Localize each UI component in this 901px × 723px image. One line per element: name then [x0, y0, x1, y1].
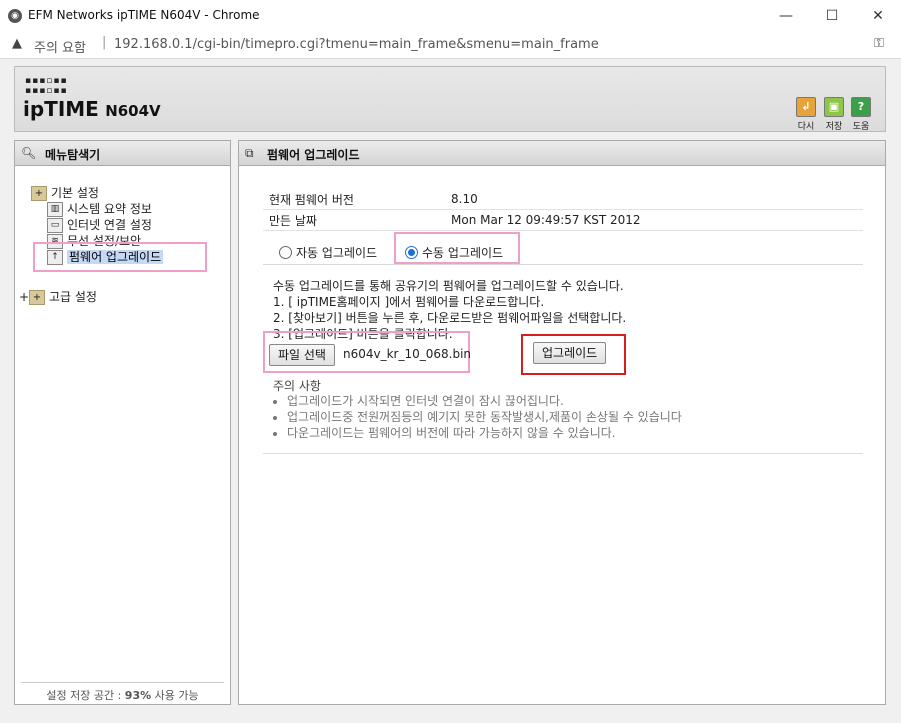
tree-item-system-summary[interactable]: ▥ 시스템 요약 정보: [47, 200, 152, 217]
tree-item-internet-setup[interactable]: ▭ 인터넷 연결 설정: [47, 216, 152, 233]
storage-status: 설정 저장 공간 : 93% 사용 가능: [21, 682, 224, 703]
firmware-panel-header: ⧉ 펌웨어 업그레이드: [239, 141, 885, 166]
window-title: EFM Networks ipTIME N604V - Chrome: [28, 8, 260, 22]
description-line: 수동 업그레이드를 통해 공유기의 펌웨어를 업그레이드할 수 있습니다.: [273, 279, 624, 293]
caution-list: 업그레이드가 시작되면 인터넷 연결이 잠시 끊어집니다. 업그레이드중 전원꺼…: [269, 393, 682, 441]
help-icon: ?: [851, 97, 871, 117]
description-line: 1. [ ipTIME홈페이지 ]에서 펌웨어를 다운로드합니다.: [273, 295, 545, 309]
tree-item-label: 시스템 요약 정보: [67, 202, 152, 216]
divider: [263, 453, 863, 454]
key-icon[interactable]: ⚿: [874, 36, 884, 51]
list-item: 다운그레이드는 펌웨어의 버전에 따라 가능하지 않을 수 있습니다.: [287, 425, 682, 441]
table-row: 현재 펌웨어 버전 8.10: [263, 189, 863, 210]
minimize-button[interactable]: —: [763, 0, 809, 32]
description-line: 2. [찾아보기] 버튼을 누른 후, 다운로드받은 펌웨어파일을 선택합니다.: [273, 311, 627, 325]
model-name: N604V: [105, 102, 161, 120]
upgrade-mode-row: 자동 업그레이드 수동 업그레이드: [263, 238, 863, 265]
folder-icon: +: [31, 186, 47, 201]
save-label: 저장: [825, 122, 843, 132]
back-icon: ↲: [796, 97, 816, 117]
tree-group-label: 고급 설정: [49, 290, 97, 304]
chrome-app-icon: ◉: [8, 9, 22, 23]
save-icon: ▣: [824, 97, 844, 117]
info-key: 만든 날짜: [263, 209, 445, 231]
help-button[interactable]: ? 도움: [850, 97, 872, 132]
maximize-button[interactable]: ☐: [809, 0, 855, 32]
page-title: 펌웨어 업그레이드: [267, 148, 360, 162]
folder-icon: +: [29, 290, 45, 305]
magnifier-icon: 🔍︎: [21, 146, 37, 160]
iptime-logo: ipTIME N604V: [23, 97, 161, 121]
menu-explorer-title: 메뉴탐색기: [45, 148, 101, 162]
info-key: 현재 펌웨어 버전: [263, 189, 445, 210]
storage-prefix: 설정 저장 공간 :: [46, 689, 125, 702]
radio-label: 자동 업그레이드: [296, 246, 378, 260]
storage-suffix: 사용 가능: [151, 689, 199, 702]
menu-explorer-panel: 🔍︎ 메뉴탐색기 + 기본 설정 ▥ 시스템 요약 정보 ▭ 인터넷 연결 설정 ≋ 무…: [14, 140, 231, 705]
save-button[interactable]: ▣ 저장: [823, 97, 845, 132]
tree-group-basic[interactable]: + 기본 설정: [31, 184, 99, 201]
warning-icon[interactable]: ▲: [12, 36, 22, 51]
tree-item-label: 인터넷 연결 설정: [67, 218, 152, 232]
menu-explorer-header: 🔍︎ 메뉴탐색기: [15, 141, 230, 166]
info-value: 8.10: [445, 189, 863, 210]
upgrade-button[interactable]: 업그레이드: [533, 342, 607, 364]
efm-logo-icon: ▪▪▪▫▪▪ ▪▪▪▫▪▪: [25, 76, 68, 96]
window-titlebar: ◉ EFM Networks ipTIME N604V - Chrome — ☐…: [0, 0, 901, 33]
firmware-panel: ⧉ 펌웨어 업그레이드 현재 펌웨어 버전 8.10 만든 날짜 Mon Mar…: [238, 140, 886, 705]
selected-file-name: n604v_kr_10_068.bin: [343, 347, 472, 361]
back-button[interactable]: ↲ 다시: [795, 97, 817, 132]
address-separator: |: [102, 35, 107, 50]
url-text[interactable]: 192.168.0.1/cgi-bin/timepro.cgi?tmenu=ma…: [114, 37, 599, 52]
address-bar[interactable]: ▲ 주의 요함 | 192.168.0.1/cgi-bin/timepro.cg…: [0, 32, 901, 59]
tree-group-label: 기본 설정: [51, 186, 99, 200]
chart-icon: ▥: [47, 202, 63, 217]
list-item: 업그레이드가 시작되면 인터넷 연결이 잠시 끊어집니다.: [287, 393, 682, 409]
router-header: ▪▪▪▫▪▪ ▪▪▪▫▪▪ ipTIME N604V ↲ 다시 ▣ 저장 ? 도움: [14, 66, 886, 132]
storage-value: 93%: [124, 689, 152, 702]
caution-title: 주의 사항: [273, 379, 321, 393]
highlight-box: [33, 242, 207, 272]
info-value: Mon Mar 12 09:49:57 KST 2012: [445, 209, 863, 231]
expand-icon[interactable]: +: [19, 290, 29, 304]
table-row: 만든 날짜 Mon Mar 12 09:49:57 KST 2012: [263, 209, 863, 231]
window-icon: ⧉: [245, 146, 254, 160]
firmware-info-table: 현재 펌웨어 버전 8.10 만든 날짜 Mon Mar 12 09:49:57…: [263, 189, 863, 231]
tree-group-advanced[interactable]: + + 고급 설정: [19, 288, 97, 305]
back-label: 다시: [797, 122, 815, 132]
list-item: 업그레이드중 전원꺼짐등의 예기지 못한 동작발생시,제품이 손상될 수 있습니…: [287, 409, 682, 425]
monitor-icon: ▭: [47, 218, 63, 233]
logo-text: ipTIME: [23, 97, 99, 121]
file-select-button[interactable]: 파일 선택: [269, 344, 335, 366]
highlight-box: [394, 232, 520, 264]
security-label[interactable]: 주의 요함: [34, 37, 86, 56]
close-button[interactable]: ✕: [855, 0, 901, 32]
auto-upgrade-radio[interactable]: 자동 업그레이드: [279, 244, 377, 261]
radio-circle[interactable]: [279, 246, 292, 259]
help-label: 도움: [852, 122, 870, 132]
